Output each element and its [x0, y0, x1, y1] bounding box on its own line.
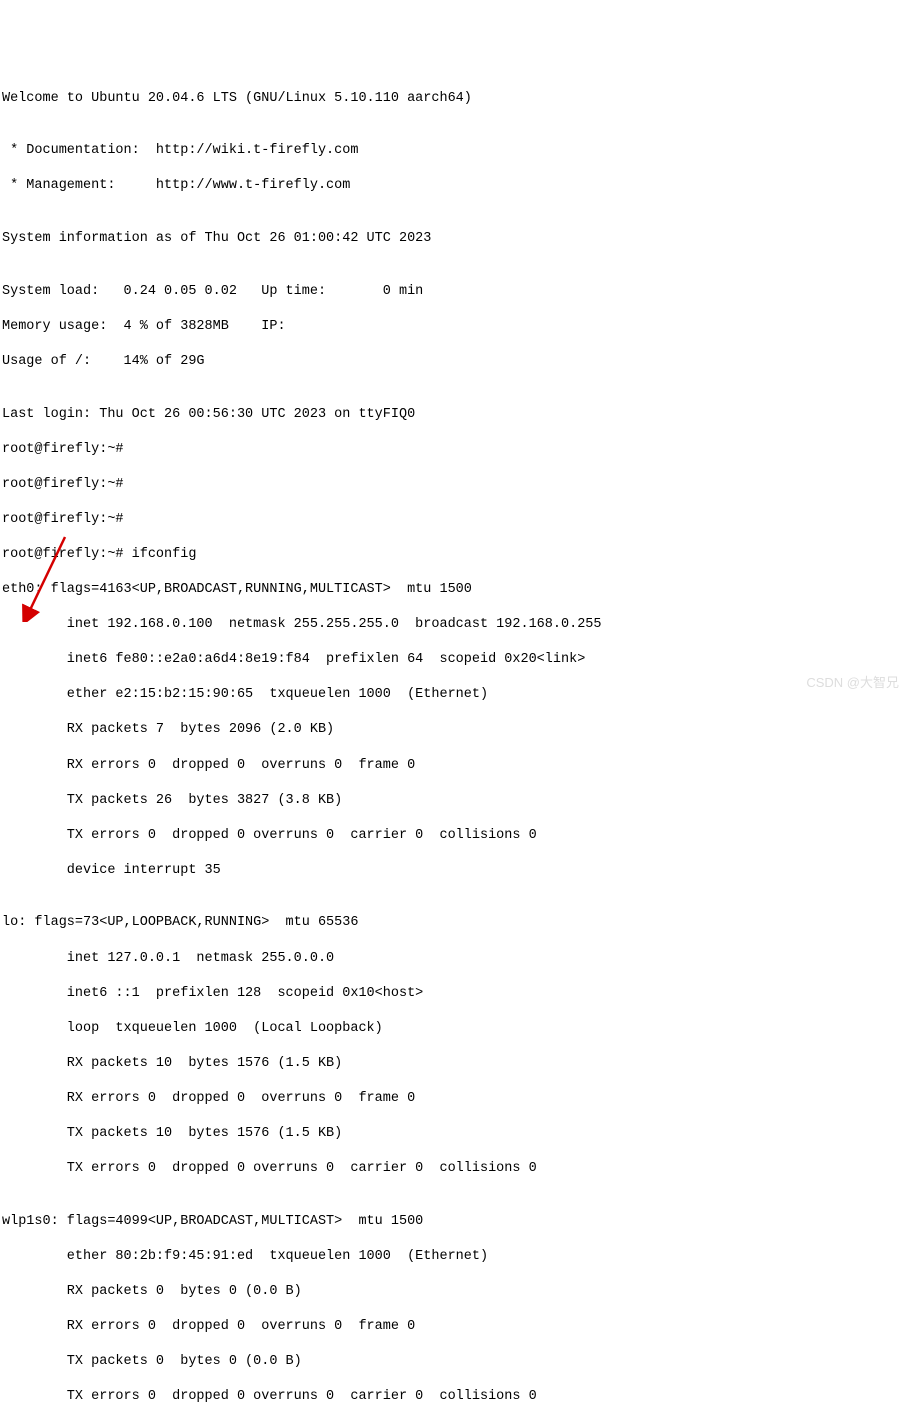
prompt-line: root@firefly:~# — [2, 441, 907, 459]
terminal-output[interactable]: Welcome to Ubuntu 20.04.6 LTS (GNU/Linux… — [2, 72, 907, 1420]
prompt-line: root@firefly:~# — [2, 511, 907, 529]
memory-usage-line: Memory usage: 4 % of 3828MB IP: — [2, 318, 907, 336]
eth0-tx-packets-line: TX packets 26 bytes 3827 (3.8 KB) — [2, 792, 907, 810]
eth0-tx-errors-line: TX errors 0 dropped 0 overruns 0 carrier… — [2, 827, 907, 845]
management-line: * Management: http://www.t-firefly.com — [2, 177, 907, 195]
lo-rx-packets-line: RX packets 10 bytes 1576 (1.5 KB) — [2, 1055, 907, 1073]
prompt-line: root@firefly:~# — [2, 476, 907, 494]
lo-loop-line: loop txqueuelen 1000 (Local Loopback) — [2, 1020, 907, 1038]
lo-rx-errors-line: RX errors 0 dropped 0 overruns 0 frame 0 — [2, 1090, 907, 1108]
lo-flags-line: lo: flags=73<UP,LOOPBACK,RUNNING> mtu 65… — [2, 914, 907, 932]
lo-tx-packets-line: TX packets 10 bytes 1576 (1.5 KB) — [2, 1125, 907, 1143]
wlp1s0-tx-errors-line: TX errors 0 dropped 0 overruns 0 carrier… — [2, 1388, 907, 1406]
lo-tx-errors-line: TX errors 0 dropped 0 overruns 0 carrier… — [2, 1160, 907, 1178]
system-info-line: System information as of Thu Oct 26 01:0… — [2, 230, 907, 248]
eth0-inet6-line: inet6 fe80::e2a0:a6d4:8e19:f84 prefixlen… — [2, 651, 907, 669]
eth0-ether-line: ether e2:15:b2:15:90:65 txqueuelen 1000 … — [2, 686, 907, 704]
eth0-interrupt-line: device interrupt 35 — [2, 862, 907, 880]
last-login-line: Last login: Thu Oct 26 00:56:30 UTC 2023… — [2, 406, 907, 424]
wlp1s0-flags-line: wlp1s0: flags=4099<UP,BROADCAST,MULTICAS… — [2, 1213, 907, 1231]
eth0-rx-packets-line: RX packets 7 bytes 2096 (2.0 KB) — [2, 721, 907, 739]
wlp1s0-ether-line: ether 80:2b:f9:45:91:ed txqueuelen 1000 … — [2, 1248, 907, 1266]
lo-inet6-line: inet6 ::1 prefixlen 128 scopeid 0x10<hos… — [2, 985, 907, 1003]
eth0-flags-line: eth0: flags=4163<UP,BROADCAST,RUNNING,MU… — [2, 581, 907, 599]
eth0-rx-errors-line: RX errors 0 dropped 0 overruns 0 frame 0 — [2, 757, 907, 775]
wlp1s0-tx-packets-line: TX packets 0 bytes 0 (0.0 B) — [2, 1353, 907, 1371]
system-load-line: System load: 0.24 0.05 0.02 Up time: 0 m… — [2, 283, 907, 301]
documentation-line: * Documentation: http://wiki.t-firefly.c… — [2, 142, 907, 160]
lo-inet-line: inet 127.0.0.1 netmask 255.0.0.0 — [2, 950, 907, 968]
welcome-line: Welcome to Ubuntu 20.04.6 LTS (GNU/Linux… — [2, 90, 907, 108]
disk-usage-line: Usage of /: 14% of 29G — [2, 353, 907, 371]
eth0-inet-line: inet 192.168.0.100 netmask 255.255.255.0… — [2, 616, 907, 634]
wlp1s0-rx-errors-line: RX errors 0 dropped 0 overruns 0 frame 0 — [2, 1318, 907, 1336]
prompt-ifconfig-line: root@firefly:~# ifconfig — [2, 546, 907, 564]
wlp1s0-rx-packets-line: RX packets 0 bytes 0 (0.0 B) — [2, 1283, 907, 1301]
